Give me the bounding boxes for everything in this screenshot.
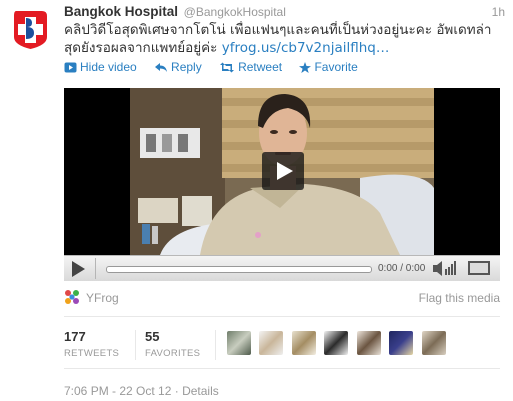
video-icon (64, 62, 77, 73)
details-link[interactable]: Details (182, 384, 219, 398)
media-source-label: YFrog (86, 291, 119, 305)
controls-divider (95, 258, 96, 279)
favoriter-avatar[interactable] (324, 331, 349, 355)
retweets-label: RETWEETS (64, 348, 120, 359)
favorites-stat[interactable]: 55 FAVORITES (145, 329, 200, 361)
media-link[interactable]: yfrog.us/cb7v2njailflhq… (222, 40, 390, 56)
volume-icon (433, 261, 456, 276)
hide-video-button[interactable]: Hide video (64, 59, 137, 75)
tweet-actions: Hide video Reply Retweet Favorite (64, 59, 372, 75)
author-handle[interactable]: @BangkokHospital (184, 5, 286, 19)
yfrog-logo (65, 290, 79, 304)
favorite-label: Favorite (314, 60, 358, 74)
favoriter-avatar[interactable] (356, 331, 381, 355)
tweet: Bangkok Hospital @BangkokHospital 1h คลิ… (0, 0, 513, 401)
seek-bar[interactable] (106, 266, 372, 273)
divider (64, 368, 500, 369)
favoriter-avatar[interactable] (227, 331, 251, 355)
hide-video-label: Hide video (80, 60, 137, 74)
tweet-text: คลิปวิดีโอสุดพิเศษจากโตโน่ เพื่อแฟนๆและค… (64, 21, 504, 57)
bangkok-hospital-logo (14, 11, 47, 49)
favoriter-avatar[interactable] (291, 331, 316, 355)
author-fullname[interactable]: Bangkok Hospital (64, 4, 178, 19)
retweets-count: 177 (64, 329, 86, 344)
media-source[interactable]: YFrog (64, 290, 119, 305)
play-icon[interactable] (72, 261, 85, 277)
star-icon (299, 62, 312, 73)
tweet-text-line-2-body: สุดยังรอผลจากแพทย์อยู่ค่ะ (64, 40, 222, 56)
favoriter-avatar[interactable] (259, 331, 284, 355)
tweet-timestamp[interactable]: 1h (492, 4, 505, 20)
favoriter-avatars (227, 331, 450, 355)
tweet-text-line-2: สุดยังรอผลจากแพทย์อยู่ค่ะ yfrog.us/cb7v2… (64, 39, 504, 57)
big-play-button[interactable] (262, 152, 304, 190)
retweet-button[interactable]: Retweet (219, 59, 282, 75)
footer-separator: · (171, 384, 183, 398)
retweet-icon (220, 62, 235, 73)
video-player[interactable]: 0:00 / 0:00 (64, 88, 500, 281)
avatar[interactable] (12, 9, 49, 50)
reply-label: Reply (171, 60, 202, 74)
media-attribution: YFrog Flag this media (64, 289, 500, 307)
favorites-label: FAVORITES (145, 348, 201, 359)
divider (64, 316, 500, 317)
player-controls: 0:00 / 0:00 (64, 255, 500, 281)
timecode: 0:00 / 0:00 (378, 263, 426, 274)
tweet-text-line-1: คลิปวิดีโอสุดพิเศษจากโตโน่ เพื่อแฟนๆและค… (64, 22, 492, 38)
reply-button[interactable]: Reply (154, 59, 202, 75)
flag-media-link[interactable]: Flag this media (419, 289, 500, 307)
retweet-label: Retweet (238, 60, 283, 74)
volume-button[interactable] (432, 260, 458, 282)
favorite-button[interactable]: Favorite (299, 59, 358, 75)
tweet-footer: 7:06 PM - 22 Oct 12 · Details (64, 384, 219, 398)
favoriter-avatar[interactable] (421, 331, 446, 355)
full-timestamp: 7:06 PM - 22 Oct 12 (64, 384, 172, 398)
favoriter-avatar[interactable] (389, 331, 414, 355)
tweet-header: Bangkok Hospital @BangkokHospital 1h (64, 4, 505, 20)
reply-arrow-icon (155, 63, 168, 72)
fullscreen-icon[interactable] (468, 261, 490, 275)
retweets-stat[interactable]: 177 RETWEETS (64, 329, 119, 361)
stats-divider (215, 330, 216, 360)
favorites-count: 55 (145, 329, 160, 344)
stats-divider (135, 330, 136, 360)
